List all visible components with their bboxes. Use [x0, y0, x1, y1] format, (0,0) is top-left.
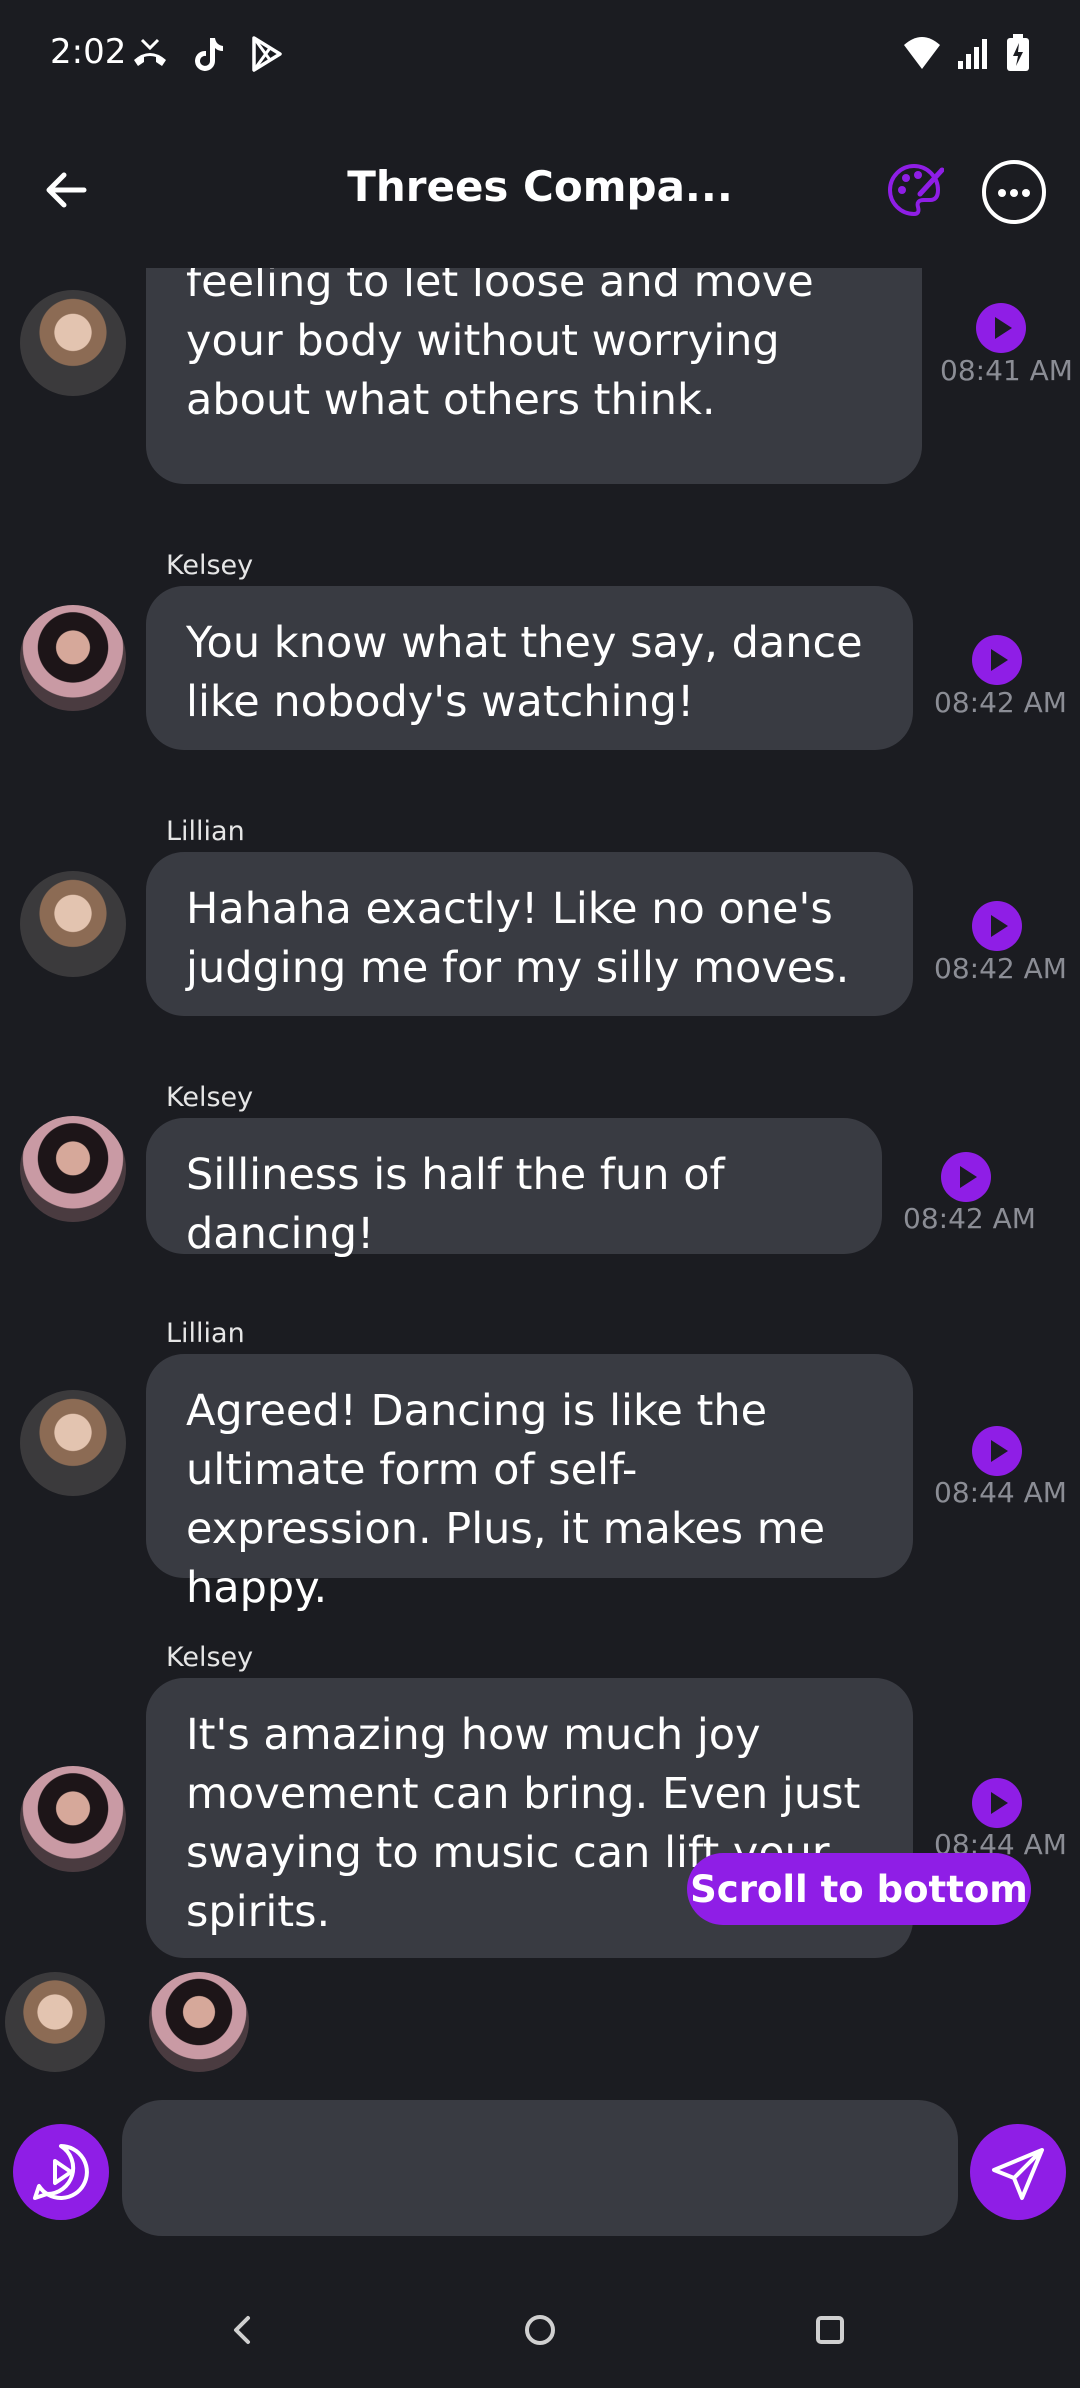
more-dot [1022, 189, 1030, 197]
send-icon [992, 2148, 1044, 2200]
message-item: Kelsey You know what they say, dance lik… [0, 550, 1080, 750]
message-time: 08:42 AM [903, 1202, 1036, 1235]
play-audio-button[interactable] [972, 1426, 1022, 1476]
nav-home-button[interactable] [510, 2300, 570, 2360]
battery-charging-icon [1007, 34, 1029, 71]
home-nav-icon [525, 2315, 555, 2345]
missed-call-icon [134, 38, 166, 66]
status-bar: 2:02 [0, 0, 1080, 110]
voice-chat-button[interactable] [13, 2124, 109, 2220]
chat-screen: 2:02 Threes Compa... feeling to let loos… [0, 0, 1080, 2388]
message-bubble: Hahaha exactly! Like no one's judging me… [146, 852, 913, 1016]
message-input[interactable] [122, 2100, 958, 2236]
avatar-kelsey[interactable] [20, 1766, 126, 1872]
message-time: 08:41 AM [940, 354, 1073, 387]
scroll-to-bottom-button[interactable]: Scroll to bottom [687, 1853, 1031, 1925]
message-bubble: You know what they say, dance like nobod… [146, 586, 913, 750]
message-bubble: Agreed! Dancing is like the ultimate for… [146, 1354, 913, 1613]
more-dot [1010, 189, 1018, 197]
recents-nav-icon [816, 2316, 844, 2344]
palette-icon [888, 163, 945, 217]
play-audio-button[interactable] [976, 303, 1026, 353]
chat-header: Threes Compa... [0, 140, 1080, 260]
message-item: Lillian Hahaha exactly! Like no one's ju… [0, 816, 1080, 1016]
play-audio-button[interactable] [972, 1778, 1022, 1828]
sender-name: Lillian [166, 816, 245, 847]
avatar-lillian[interactable] [20, 1390, 126, 1496]
message-time: 08:42 AM [934, 686, 1067, 719]
play-audio-button[interactable] [941, 1152, 991, 1202]
status-app-icons [130, 34, 286, 74]
system-nav-bar [0, 2280, 1080, 2388]
more-options-button[interactable] [982, 160, 1046, 224]
sender-name: Kelsey [166, 1642, 254, 1673]
status-time: 2:02 [50, 32, 127, 72]
wifi-icon [904, 37, 940, 69]
avatar-lillian[interactable] [5, 1972, 105, 2072]
message-time: 08:44 AM [934, 1476, 1067, 1509]
avatar-lillian[interactable] [20, 871, 126, 977]
message-item: Lillian Agreed! Dancing is like the ulti… [0, 1318, 1080, 1613]
play-audio-button[interactable] [972, 635, 1022, 685]
avatar-kelsey[interactable] [20, 1116, 126, 1222]
avatar-kelsey[interactable] [149, 1972, 249, 2072]
signal-icon [958, 39, 987, 69]
message-bubble: Of course! It's such a liberating feelin… [146, 268, 922, 484]
avatar-lillian[interactable] [20, 290, 126, 396]
status-system-icons [902, 34, 1030, 72]
voice-chat-icon [33, 2144, 89, 2200]
play-store-icon [252, 36, 282, 72]
message-item: Kelsey Silliness is half the fun of danc… [0, 1082, 1080, 1259]
theme-button[interactable] [884, 160, 945, 220]
avatar-kelsey[interactable] [20, 605, 126, 711]
tiktok-icon [195, 38, 223, 71]
send-button[interactable] [970, 2124, 1066, 2220]
sender-name: Lillian [166, 1318, 245, 1349]
nav-recents-button[interactable] [800, 2300, 860, 2360]
nav-back-button[interactable] [212, 2300, 272, 2360]
back-nav-icon [234, 2316, 250, 2344]
message-item: Of course! It's such a liberating feelin… [0, 268, 1080, 484]
message-bubble: Silliness is half the fun of dancing! [146, 1118, 882, 1259]
message-time: 08:42 AM [934, 952, 1067, 985]
play-audio-button[interactable] [972, 901, 1022, 951]
sender-name: Kelsey [166, 1082, 254, 1113]
more-horizontal-icon [998, 189, 1006, 197]
message-list[interactable]: Of course! It's such a liberating feelin… [0, 268, 1080, 1958]
sender-name: Kelsey [166, 550, 254, 581]
